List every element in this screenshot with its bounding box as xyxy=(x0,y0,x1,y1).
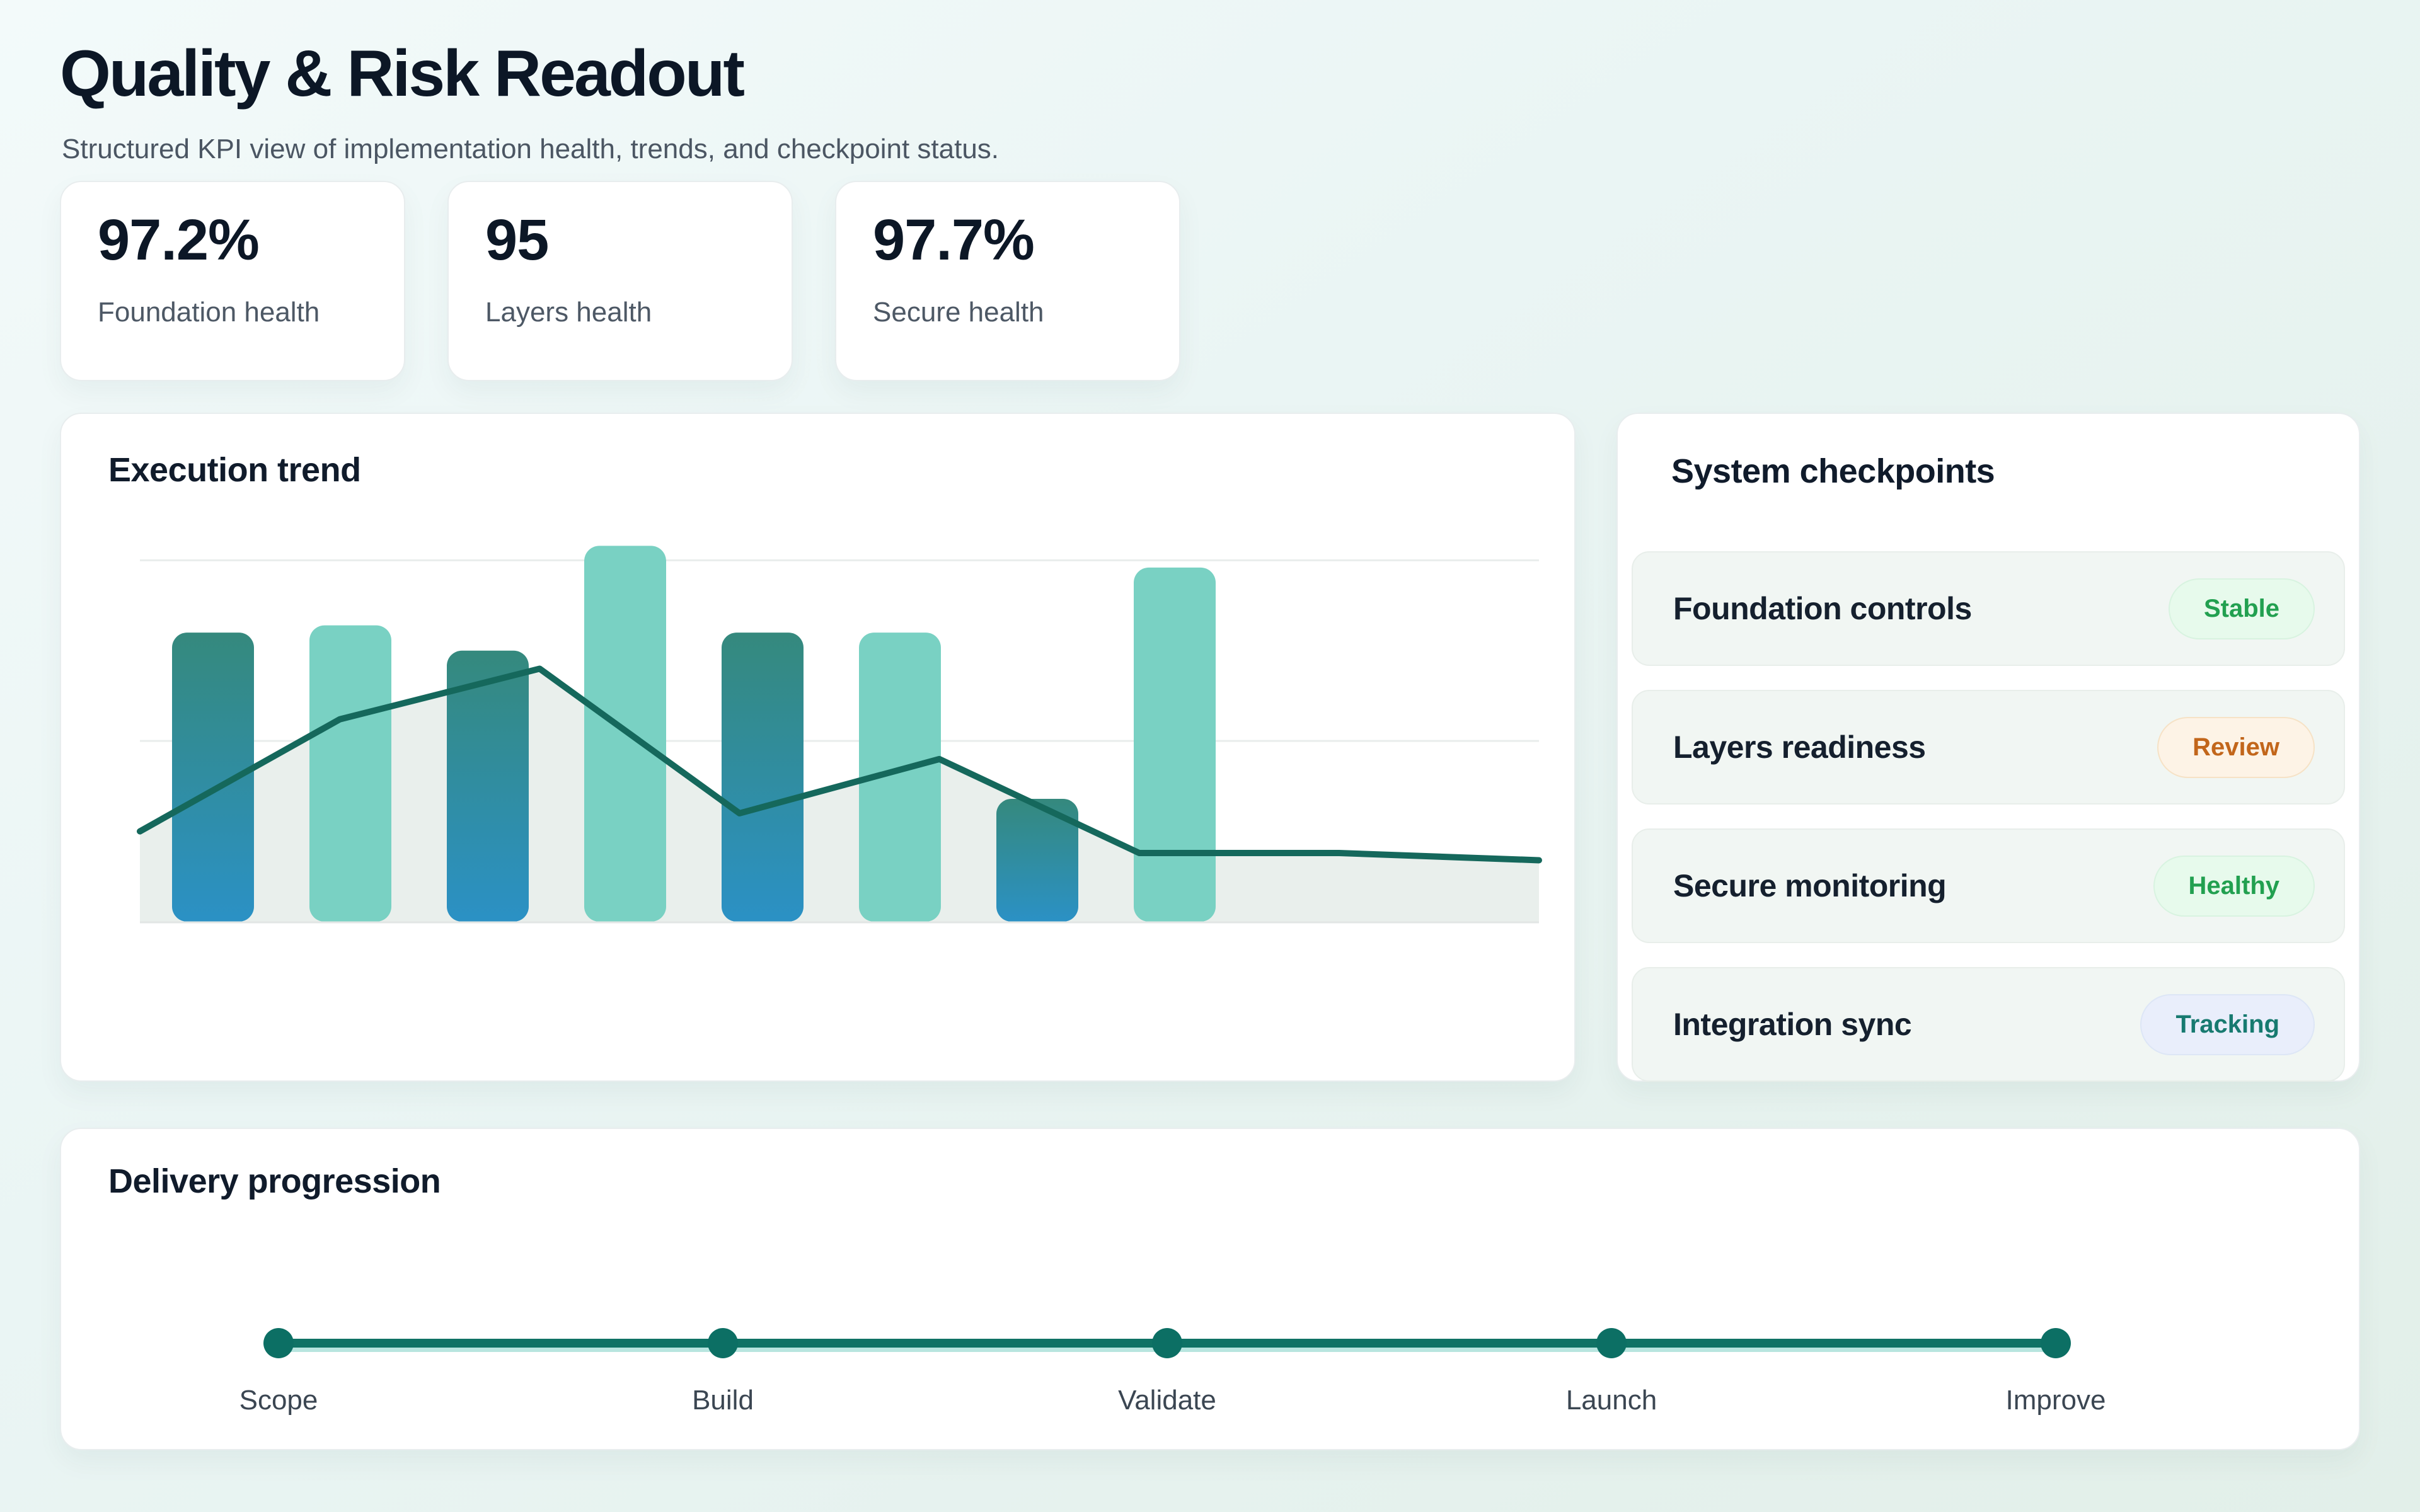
kpi-card-secure-health: 97.7% Secure health xyxy=(835,181,1180,381)
timeline-dot-validate xyxy=(1152,1328,1182,1358)
checkpoint-label: Foundation controls xyxy=(1673,591,1972,626)
timeline-stage-label: Validate xyxy=(1118,1385,1216,1416)
checkpoint-label: Secure monitoring xyxy=(1673,868,1947,903)
checkpoint-row-layers-readiness: Layers readiness Review xyxy=(1632,690,2345,805)
execution-trend-chart xyxy=(137,546,1542,924)
timeline-stage-label: Scope xyxy=(239,1385,318,1416)
status-badge: Healthy xyxy=(2153,855,2315,917)
timeline-stage-label: Launch xyxy=(1565,1385,1657,1416)
timeline-dot-improve xyxy=(2041,1328,2071,1358)
checkpoint-list: Foundation controls Stable Layers readin… xyxy=(1632,551,2345,1082)
delivery-progression-card: Delivery progression Scope Build Validate L… xyxy=(60,1128,2360,1450)
status-badge: Tracking xyxy=(2140,994,2315,1055)
checkpoint-label: Integration sync xyxy=(1673,1007,1912,1042)
dashboard: Quality & Risk Readout Structured KPI vi… xyxy=(0,0,2420,1512)
checkpoint-row-foundation-controls: Foundation controls Stable xyxy=(1632,551,2345,666)
status-badge: Stable xyxy=(2168,578,2315,639)
kpi-label: Foundation health xyxy=(98,297,320,328)
system-checkpoints-title: System checkpoints xyxy=(1671,452,1995,490)
timeline-stage-label: Build xyxy=(692,1385,754,1416)
page-subtitle: Structured KPI view of implementation he… xyxy=(62,134,1000,164)
timeline-dot-scope xyxy=(263,1328,294,1358)
checkpoint-row-secure-monitoring: Secure monitoring Healthy xyxy=(1632,828,2345,943)
kpi-card-foundation-health: 97.2% Foundation health xyxy=(60,181,405,381)
system-checkpoints-card: System checkpoints Foundation controls S… xyxy=(1616,413,2360,1082)
delivery-progression-title: Delivery progression xyxy=(108,1162,441,1200)
timeline-dot-launch xyxy=(1596,1328,1627,1358)
kpi-value: 97.2% xyxy=(98,208,260,272)
checkpoint-row-integration-sync: Integration sync Tracking xyxy=(1632,967,2345,1082)
kpi-value: 95 xyxy=(485,208,549,272)
timeline-dot-build xyxy=(708,1328,738,1358)
kpi-card-layers-health: 95 Layers health xyxy=(447,181,793,381)
execution-trend-card: Execution trend xyxy=(60,413,1576,1082)
checkpoint-label: Layers readiness xyxy=(1673,730,1926,765)
status-badge: Review xyxy=(2157,716,2315,778)
page-title: Quality & Risk Readout xyxy=(60,37,745,110)
execution-trend-title: Execution trend xyxy=(108,451,361,489)
kpi-value: 97.7% xyxy=(873,208,1035,272)
delivery-timeline: Scope Build Validate Launch Improve xyxy=(239,1324,2106,1419)
kpi-label: Secure health xyxy=(873,297,1044,328)
kpi-label: Layers health xyxy=(485,297,652,328)
timeline-stage-label: Improve xyxy=(2005,1385,2106,1416)
